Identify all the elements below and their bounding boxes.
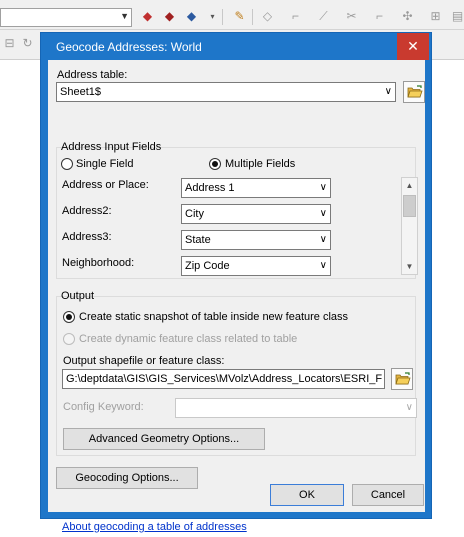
snapping-tool-icon[interactable]: ✣ bbox=[400, 9, 415, 24]
folder-open-icon bbox=[407, 85, 423, 98]
chevron-down-icon: ∨ bbox=[405, 402, 413, 413]
field-row-value: Address 1 bbox=[185, 182, 235, 194]
geocode-addresses-dialog: Geocode Addresses: World ✕ Address table… bbox=[40, 32, 432, 533]
scrollbar-thumb[interactable] bbox=[403, 195, 416, 217]
address-table-label: Address table: bbox=[57, 69, 128, 81]
address-input-fields-title: Address Input Fields bbox=[61, 141, 162, 153]
field-row-label: Address or Place: bbox=[62, 179, 149, 191]
sketch-properties-icon[interactable]: ▤ bbox=[450, 9, 464, 24]
scroll-down-arrow-icon[interactable]: ▼ bbox=[402, 259, 417, 274]
dynamic-feature-class-radio[interactable] bbox=[63, 333, 75, 345]
single-field-radio[interactable] bbox=[61, 158, 73, 170]
background-combo-box[interactable]: ▼ bbox=[0, 8, 132, 27]
config-keyword-label: Config Keyword: bbox=[63, 401, 144, 413]
edit-vertices-icon[interactable]: ◇ bbox=[260, 9, 275, 24]
scroll-up-arrow-icon[interactable]: ▲ bbox=[402, 178, 417, 193]
secondary-tool-icon[interactable]: ↻ bbox=[20, 36, 35, 51]
ok-button[interactable]: OK bbox=[270, 484, 344, 506]
field-row-value: State bbox=[185, 234, 211, 246]
address-table-combo[interactable]: Sheet1$ ∨ bbox=[56, 82, 396, 102]
about-geocoding-link[interactable]: About geocoding a table of addresses bbox=[62, 521, 247, 533]
background-toolbar: ▼ ◆ ◆ ◆ ▾ ✎ ◇ ⌐ ⟋ ✂ ⌐ ✣ ⊞ ▤ bbox=[0, 0, 464, 30]
chevron-down-icon: ∨ bbox=[319, 182, 327, 193]
output-shapefile-label: Output shapefile or feature class: bbox=[63, 355, 225, 367]
chevron-down-icon: ∨ bbox=[319, 234, 327, 245]
neighborhood-combo[interactable]: Zip Code ∨ bbox=[181, 256, 331, 276]
static-snapshot-label: Create static snapshot of table inside n… bbox=[79, 311, 349, 323]
rematch-tool-icon[interactable]: ◆ bbox=[162, 9, 177, 24]
single-field-label: Single Field bbox=[76, 158, 134, 170]
output-title: Output bbox=[61, 290, 95, 302]
toolbar-overflow-icon[interactable]: ▾ bbox=[205, 9, 220, 24]
dialog-client-area: Address table: Sheet1$ ∨ Address Input F… bbox=[48, 60, 425, 533]
geocoding-options-button[interactable]: Geocoding Options... bbox=[56, 467, 198, 489]
multiple-fields-label: Multiple Fields bbox=[225, 158, 296, 170]
close-button[interactable]: ✕ bbox=[397, 33, 429, 60]
attributes-tool-icon[interactable]: ⊞ bbox=[428, 9, 443, 24]
split-tool-icon[interactable]: ⌐ bbox=[372, 9, 387, 24]
address3-combo[interactable]: State ∨ bbox=[181, 230, 331, 250]
config-keyword-combo[interactable]: ∨ bbox=[175, 398, 417, 418]
browse-output-button[interactable] bbox=[391, 368, 413, 390]
chevron-down-icon: ∨ bbox=[384, 86, 392, 97]
trace-tool-icon[interactable]: ⌐ bbox=[288, 9, 303, 24]
multiple-fields-radio[interactable] bbox=[209, 158, 221, 170]
toolbar-separator bbox=[222, 9, 223, 25]
sketch-tool-icon[interactable]: ⟋ bbox=[316, 9, 331, 24]
title-bar[interactable]: Geocode Addresses: World ✕ bbox=[41, 33, 431, 60]
input-fields-scrollbar[interactable]: ▲ ▼ bbox=[401, 177, 418, 275]
field-row-value: Zip Code bbox=[185, 260, 230, 272]
field-row-value: City bbox=[185, 208, 204, 220]
field-row-label: Neighborhood: bbox=[62, 257, 135, 269]
dynamic-feature-class-label: Create dynamic feature class related to … bbox=[79, 333, 298, 345]
window-title: Geocode Addresses: World bbox=[56, 40, 202, 54]
address-table-value: Sheet1$ bbox=[60, 86, 101, 98]
chevron-down-icon: ▼ bbox=[120, 11, 129, 21]
geocode-tool-icon[interactable]: ◆ bbox=[140, 9, 155, 24]
static-snapshot-radio[interactable] bbox=[63, 311, 75, 323]
address-or-place-combo[interactable]: Address 1 ∨ bbox=[181, 178, 331, 198]
output-shapefile-input[interactable]: G:\deptdata\GIS\GIS_Services\MVolz\Addre… bbox=[62, 369, 385, 389]
folder-open-icon bbox=[395, 372, 411, 385]
chevron-down-icon: ∨ bbox=[319, 260, 327, 271]
edit-pencil-icon[interactable]: ✎ bbox=[232, 9, 247, 24]
field-row-label: Address2: bbox=[62, 205, 112, 217]
reshape-tool-icon[interactable]: ✂ bbox=[344, 9, 359, 24]
advanced-geometry-options-button[interactable]: Advanced Geometry Options... bbox=[63, 428, 265, 450]
toolbar-separator bbox=[252, 9, 253, 25]
cancel-button[interactable]: Cancel bbox=[352, 484, 424, 506]
browse-address-table-button[interactable] bbox=[403, 81, 425, 103]
review-tool-icon[interactable]: ◆ bbox=[184, 9, 199, 24]
field-row-label: Address3: bbox=[62, 231, 112, 243]
chevron-down-icon: ∨ bbox=[319, 208, 327, 219]
address2-combo[interactable]: City ∨ bbox=[181, 204, 331, 224]
secondary-tool-icon[interactable]: ⊟ bbox=[2, 36, 17, 51]
output-shapefile-value: G:\deptdata\GIS\GIS_Services\MVolz\Addre… bbox=[66, 373, 383, 385]
